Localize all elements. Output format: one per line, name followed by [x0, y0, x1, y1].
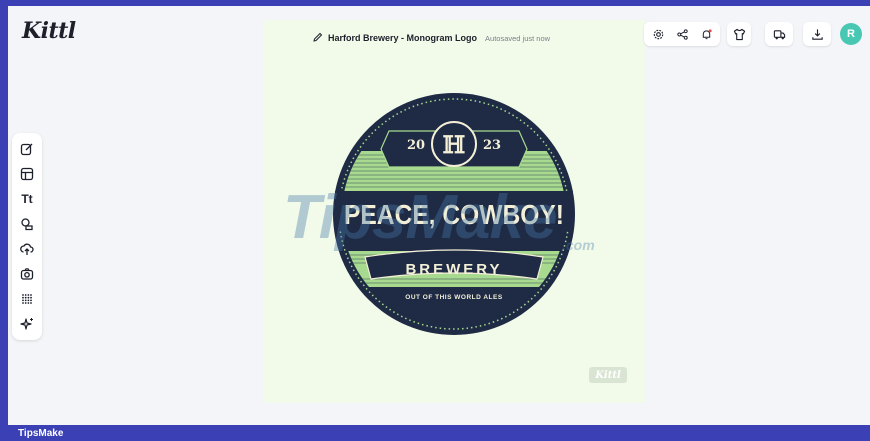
- monogram-glyph: ℍ: [443, 130, 466, 159]
- footer-label: TipsMake: [18, 428, 64, 439]
- share-icon[interactable]: [675, 27, 689, 41]
- settings-icon[interactable]: [651, 27, 665, 41]
- text-icon[interactable]: Tt: [19, 191, 35, 207]
- watermark-suffix: .com: [562, 237, 595, 253]
- tshirt-icon[interactable]: [727, 22, 751, 46]
- year-left: 20: [407, 138, 425, 153]
- app-logo[interactable]: Kittl: [22, 18, 76, 44]
- canvas-actions-group: [644, 22, 720, 46]
- document-title-row: Harford Brewery - Monogram Logo Autosave…: [313, 29, 550, 47]
- truck-icon[interactable]: [765, 22, 793, 46]
- shapes-icon[interactable]: [19, 216, 35, 232]
- kittl-stamp: Kittl: [589, 367, 627, 383]
- layout-icon[interactable]: [19, 166, 35, 182]
- grid-dots-icon[interactable]: [19, 291, 35, 307]
- subhead-text: BREWERY: [405, 261, 502, 278]
- sparkle-icon[interactable]: [19, 316, 35, 332]
- autosave-status: Autosaved just now: [485, 33, 551, 43]
- document-title[interactable]: Harford Brewery - Monogram Logo: [328, 33, 477, 43]
- download-icon[interactable]: [803, 22, 831, 46]
- edit-icon[interactable]: [19, 141, 35, 157]
- watermark-text: TipsMake: [283, 183, 557, 252]
- camera-icon[interactable]: [19, 266, 35, 282]
- year-right: 23: [483, 138, 501, 153]
- pencil-icon[interactable]: [313, 29, 323, 47]
- upload-cloud-icon[interactable]: [19, 241, 35, 257]
- window-frame-left: [0, 0, 8, 441]
- tagline-text: OUT OF THIS WORLD ALES: [405, 294, 503, 301]
- user-avatar[interactable]: R: [840, 23, 862, 45]
- notification-icon[interactable]: [699, 27, 713, 41]
- window-frame-bottom: [0, 425, 870, 441]
- left-toolbar: Tt: [12, 133, 42, 340]
